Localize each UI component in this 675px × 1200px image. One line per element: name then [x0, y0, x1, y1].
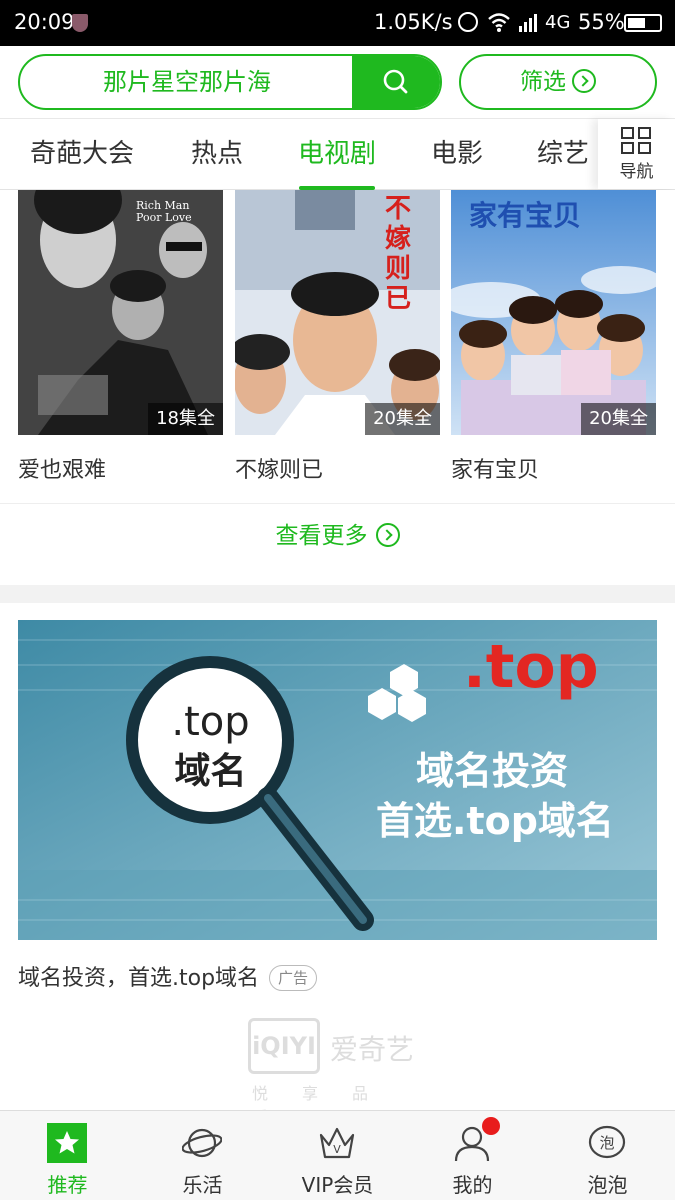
- search-bar: 那片星空那片海 筛选: [0, 46, 675, 118]
- episode-badge: 20集全: [581, 403, 656, 435]
- bottom-navigation: 推荐 乐活 V VIP会员 我的 泡 泡泡: [0, 1110, 675, 1200]
- shield-icon: [72, 14, 88, 32]
- wifi-icon: [488, 13, 510, 32]
- content-area[interactable]: Rich Man Poor Love 18集全 爱也艰难 不嫁则已 20集全 不…: [0, 190, 675, 1110]
- filter-button[interactable]: 筛选: [459, 54, 657, 110]
- grid-icon: [621, 127, 653, 155]
- view-more-label: 查看更多: [275, 523, 368, 549]
- brand-footer: iQIYI 爱奇艺 悦享品质: [248, 1018, 438, 1110]
- nav-label: 推荐: [47, 1173, 88, 1197]
- brand-slogan: 悦享品质: [252, 1084, 403, 1110]
- magnifier-text-top: .top: [171, 699, 250, 745]
- show-poster[interactable]: 家有宝贝 20集全: [451, 190, 656, 435]
- poster-text: 不嫁则已: [385, 194, 412, 314]
- status-bar: 20:09 1.05K/s 4G 55%: [0, 0, 675, 46]
- tab-qipa[interactable]: 奇葩大会: [30, 119, 134, 189]
- ad-badge-top: .top: [463, 632, 599, 702]
- show-poster[interactable]: 不嫁则已 20集全: [235, 190, 440, 435]
- search-input[interactable]: 那片星空那片海: [18, 54, 442, 110]
- view-more-link[interactable]: 查看更多: [0, 516, 675, 550]
- crown-icon: V: [319, 1127, 355, 1159]
- network-type: 4G: [545, 12, 571, 33]
- ad-tag: 广告: [269, 965, 318, 991]
- notification-dot: [482, 1117, 500, 1135]
- show-title[interactable]: 家有宝贝: [451, 452, 539, 484]
- nav-paopao[interactable]: 泡 泡泡: [540, 1111, 675, 1200]
- nav-recommend[interactable]: 推荐: [0, 1111, 135, 1200]
- nav-label: 泡泡: [587, 1173, 628, 1197]
- filter-label: 筛选: [520, 69, 566, 95]
- divider: [0, 503, 675, 504]
- battery-percent: 55%: [578, 10, 625, 34]
- planet-icon: [182, 1128, 222, 1158]
- category-tabs: 奇葩大会 热点 电视剧 电影 综艺 导航: [0, 118, 675, 190]
- search-icon: [383, 69, 408, 94]
- ad-caption-text: 域名投资，首选.top域名: [18, 966, 260, 991]
- show-poster[interactable]: Rich Man Poor Love 18集全: [18, 190, 223, 435]
- star-icon: [47, 1123, 87, 1163]
- navigation-label: 导航: [619, 162, 654, 182]
- poster-text: Rich Man Poor Love: [136, 199, 192, 224]
- tv-series-section: Rich Man Poor Love 18集全 爱也艰难 不嫁则已 20集全 不…: [0, 190, 675, 585]
- alarm-icon: [458, 12, 478, 32]
- chevron-right-icon: [572, 69, 596, 93]
- status-time: 20:09: [14, 10, 75, 34]
- episode-badge: 20集全: [365, 403, 440, 435]
- ad-caption[interactable]: 域名投资，首选.top域名 广告: [18, 960, 318, 992]
- tab-tv-series[interactable]: 电视剧: [298, 119, 376, 189]
- show-title[interactable]: 爱也艰难: [18, 452, 106, 484]
- nav-lehuo[interactable]: 乐活: [135, 1111, 270, 1200]
- search-button[interactable]: [352, 56, 440, 108]
- tab-hot[interactable]: 热点: [191, 119, 243, 189]
- navigation-button[interactable]: 导航: [598, 119, 675, 189]
- battery-icon: [624, 14, 662, 32]
- brand-name: 爱奇艺: [330, 1033, 415, 1066]
- signal-icon: [519, 14, 537, 32]
- ad-banner-line2: 首选.top域名: [376, 799, 614, 843]
- episode-badge: 18集全: [148, 403, 223, 435]
- nav-label: 乐活: [182, 1173, 223, 1197]
- poster-image: [18, 190, 223, 435]
- search-query[interactable]: 那片星空那片海: [20, 56, 354, 108]
- tab-variety[interactable]: 综艺: [537, 119, 589, 189]
- iqiyi-logo: iQIYI: [248, 1018, 320, 1074]
- poster-text: 家有宝贝: [469, 199, 582, 232]
- nav-mine[interactable]: 我的: [405, 1111, 540, 1200]
- network-speed: 1.05K/s: [374, 10, 453, 34]
- magnifier-text-bottom: 域名: [174, 751, 247, 792]
- chevron-right-icon: [375, 523, 400, 547]
- nav-vip[interactable]: V VIP会员: [270, 1111, 405, 1200]
- show-title[interactable]: 不嫁则已: [235, 452, 323, 484]
- nav-label: 我的: [452, 1173, 493, 1197]
- svg-text:泡: 泡: [599, 1134, 614, 1152]
- ad-banner[interactable]: .top .top 域名 域名投资 首选.top域名: [18, 620, 657, 940]
- ad-banner-line1: 域名投资: [416, 749, 569, 793]
- tab-movies[interactable]: 电影: [431, 119, 483, 189]
- svg-text:V: V: [333, 1143, 341, 1156]
- bubble-icon: 泡: [588, 1125, 626, 1159]
- nav-label: VIP会员: [301, 1173, 374, 1197]
